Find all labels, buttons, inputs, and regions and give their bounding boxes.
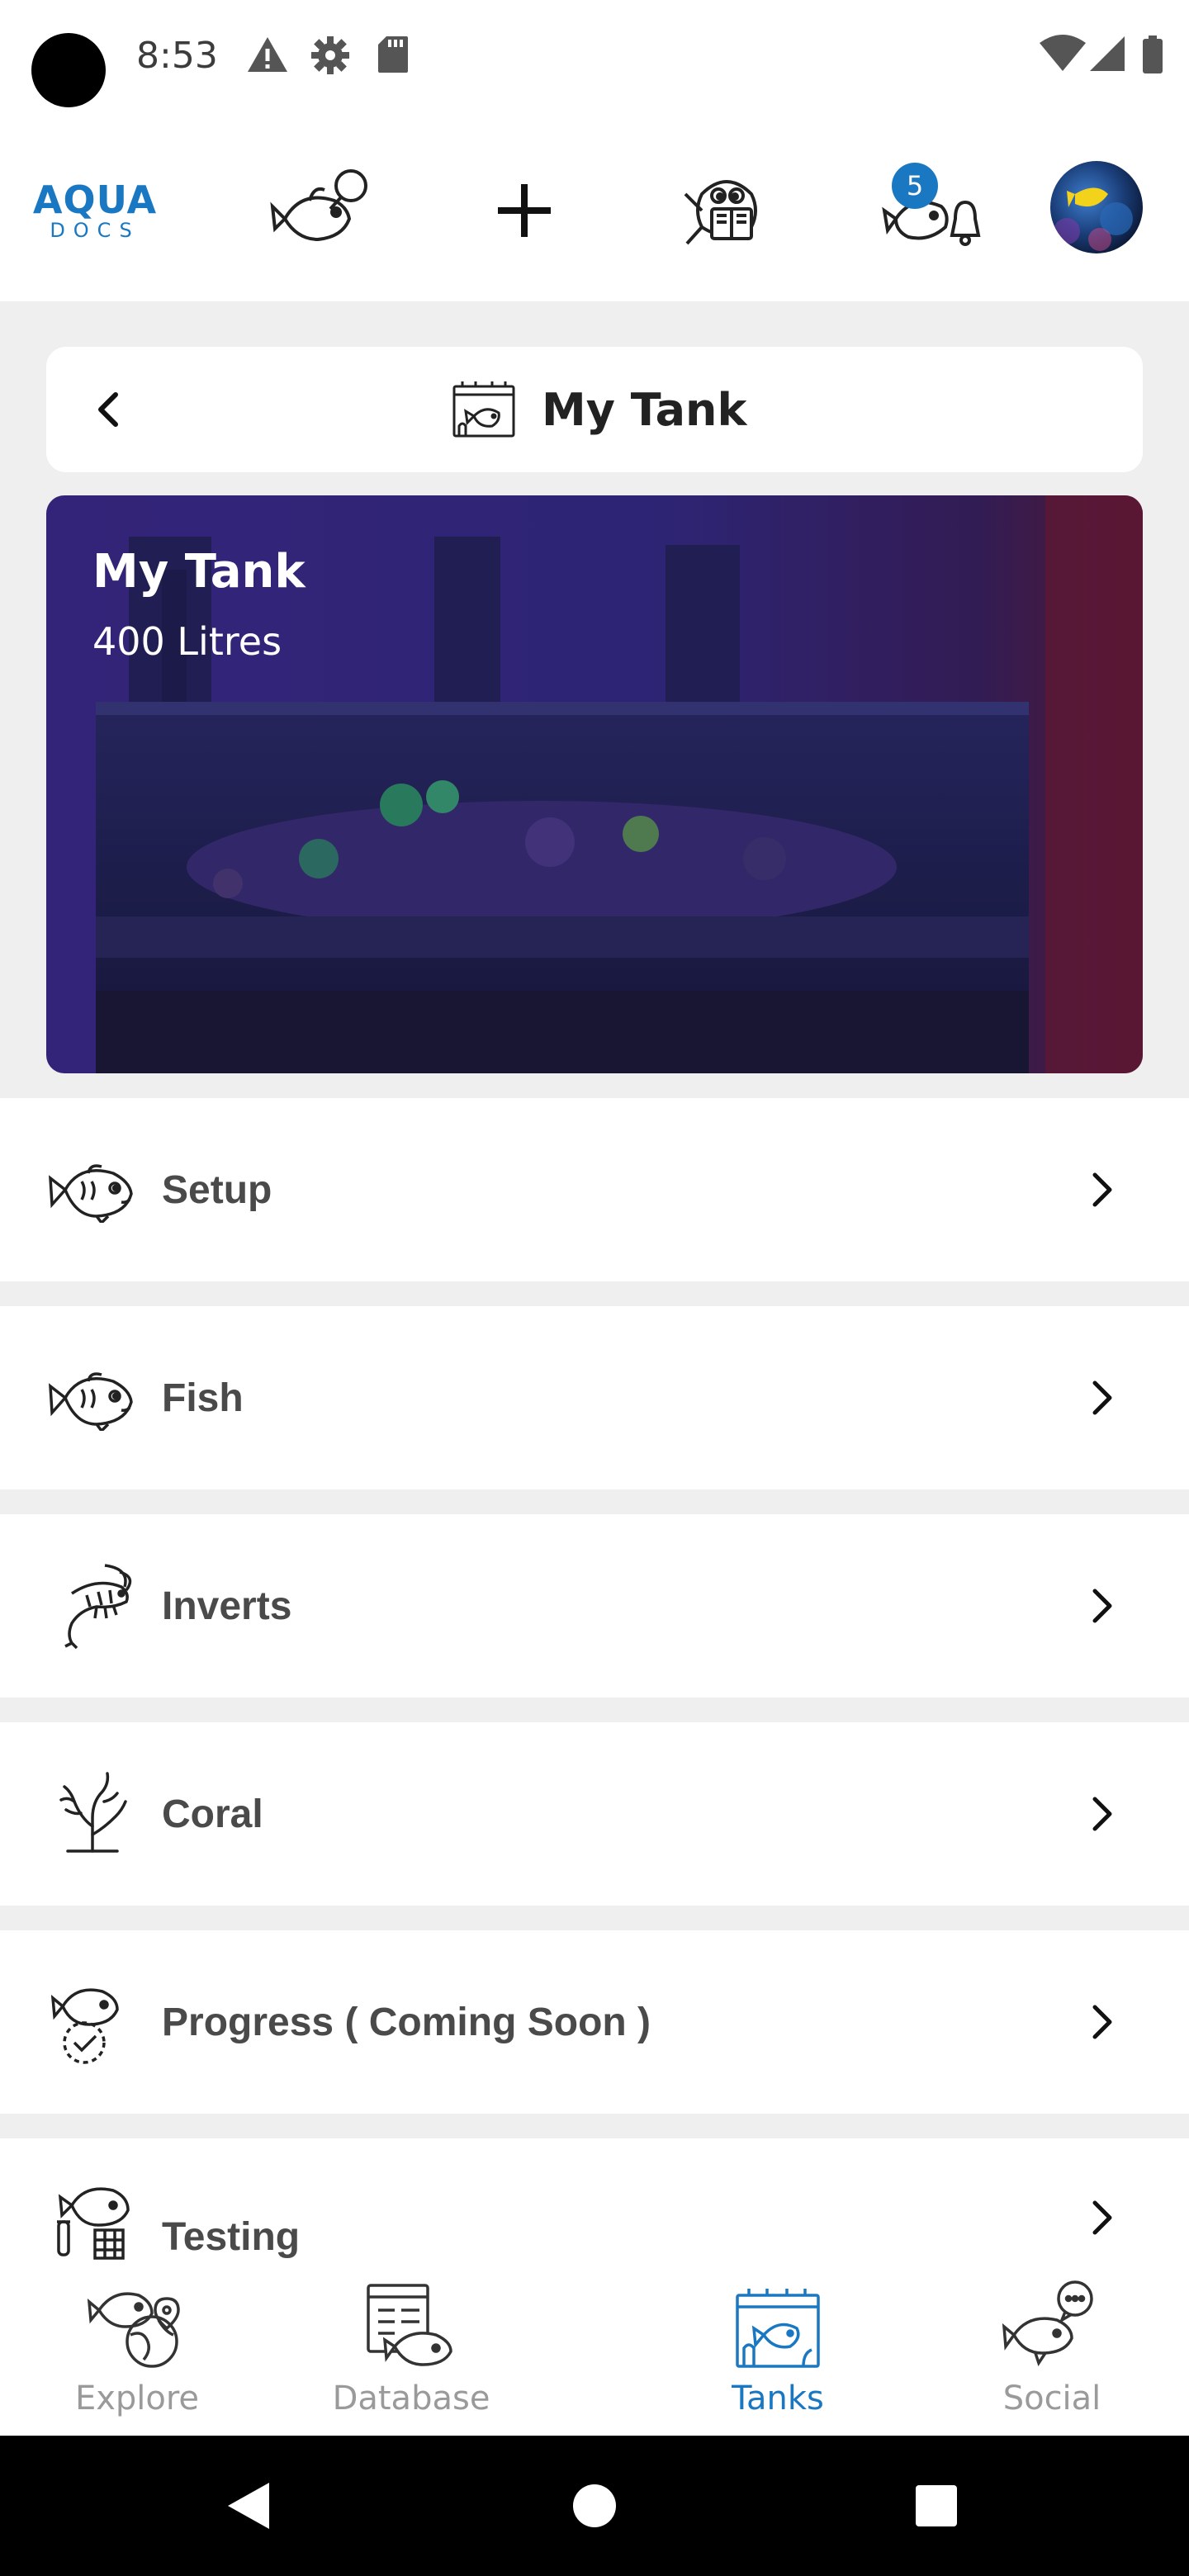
menu-item-progress[interactable]: Progress ( Coming Soon ): [0, 1930, 1189, 2114]
bottom-navigation: Explore Database Tanks Social: [0, 2262, 1189, 2436]
chevron-right-icon: [1082, 1581, 1123, 1631]
back-button[interactable]: [79, 380, 139, 439]
status-time: 8:53: [136, 35, 218, 77]
notifications-fish-bell-icon[interactable]: 5: [875, 153, 991, 268]
chevron-right-icon: [1082, 1373, 1123, 1423]
settings-gear-icon: [310, 35, 351, 80]
tank-icon: [728, 2280, 827, 2371]
menu-item-setup[interactable]: Setup: [0, 1098, 1189, 1281]
nav-label: Social: [1002, 2379, 1101, 2417]
menu-item-testing[interactable]: Testing: [0, 2138, 1189, 2262]
menu-item-inverts[interactable]: Inverts: [0, 1514, 1189, 1698]
fish-testing-icon: [43, 2168, 142, 2267]
tank-name: My Tank: [92, 545, 306, 599]
nav-tanks[interactable]: Tanks: [670, 2262, 885, 2436]
tank-hero-image[interactable]: My Tank 400 Litres: [46, 495, 1143, 1073]
nav-database[interactable]: Database: [304, 2262, 519, 2436]
menu-item-label: Inverts: [162, 1584, 292, 1628]
battery-icon: [1141, 35, 1164, 78]
menu-item-label: Coral: [162, 1792, 263, 1836]
title-card: My Tank: [46, 347, 1143, 472]
nav-explore[interactable]: Explore: [30, 2262, 244, 2436]
coral-icon: [43, 1764, 142, 1863]
menu-item-label: Setup: [162, 1167, 272, 1212]
globe-fish-icon: [88, 2280, 187, 2371]
aquadocs-logo[interactable]: AQUA DOCS: [33, 153, 156, 268]
nav-social[interactable]: Social: [945, 2262, 1159, 2436]
chevron-right-icon: [1082, 2193, 1123, 2242]
tank-volume: 400 Litres: [92, 619, 282, 664]
chat-fish-icon: [1002, 2280, 1101, 2371]
signal-icon: [1088, 35, 1126, 77]
menu-item-label: Fish: [162, 1376, 244, 1420]
chevron-left-icon: [98, 392, 118, 427]
home-circle-icon[interactable]: [561, 2473, 628, 2539]
wifi-icon: [1039, 35, 1087, 77]
logo-text-top: AQUA: [32, 178, 158, 222]
status-bar: 8:53: [0, 0, 1189, 116]
fish-icon: [43, 1140, 142, 1239]
warning-icon: [246, 35, 289, 78]
nav-label: Tanks: [732, 2379, 824, 2417]
nav-label: Explore: [74, 2379, 200, 2417]
add-icon[interactable]: [475, 153, 574, 268]
shrimp-icon: [43, 1556, 142, 1655]
system-navigation-bar: [0, 2436, 1189, 2576]
notification-count-badge: 5: [892, 163, 938, 209]
back-triangle-icon[interactable]: [215, 2473, 281, 2539]
menu-item-fish[interactable]: Fish: [0, 1306, 1189, 1489]
fish-icon: [43, 1348, 142, 1447]
app-header: AQUA DOCS 5: [0, 116, 1189, 301]
recents-square-icon[interactable]: [903, 2473, 969, 2539]
database-fish-icon: [362, 2280, 461, 2371]
search-fish-icon[interactable]: [264, 153, 380, 268]
news-fish-icon[interactable]: [669, 153, 784, 268]
menu-item-label: Testing: [162, 2215, 301, 2259]
logo-text-bottom: DOCS: [50, 219, 140, 242]
camera-cutout: [31, 33, 106, 107]
page-title: My Tank: [542, 383, 747, 436]
chevron-right-icon: [1082, 1789, 1123, 1839]
menu-item-coral[interactable]: Coral: [0, 1722, 1189, 1906]
nav-label: Database: [332, 2379, 490, 2417]
sd-card-icon: [377, 35, 410, 78]
title-group: My Tank: [451, 372, 746, 447]
tank-fish-icon: [451, 375, 517, 445]
menu-item-label: Progress ( Coming Soon ): [162, 2000, 651, 2044]
chevron-right-icon: [1082, 1165, 1123, 1215]
user-avatar[interactable]: [1050, 161, 1143, 253]
chevron-right-icon: [1082, 1997, 1123, 2047]
fish-progress-icon: [43, 1972, 142, 2072]
